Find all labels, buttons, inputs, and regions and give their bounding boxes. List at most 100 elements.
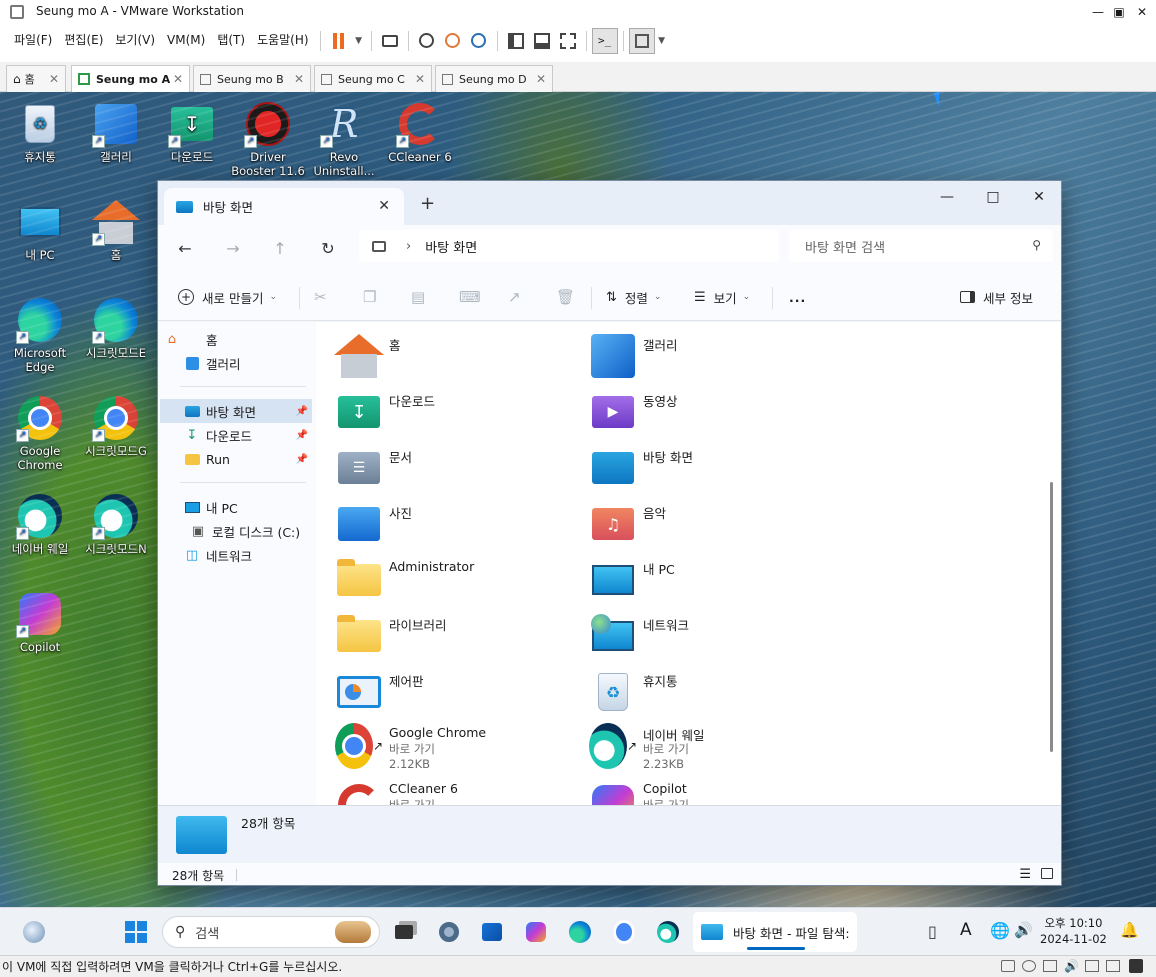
notification-bell-icon[interactable]: 🔔 (1120, 921, 1139, 939)
stretch-dropdown-icon[interactable]: ▼ (655, 28, 669, 54)
pin-icon[interactable]: 📌 (296, 454, 308, 465)
menu-edit[interactable]: 편집(E) (58, 24, 109, 57)
desktop-icon-driver-booster[interactable]: ↗ Driver Booster 11.6 (230, 100, 306, 178)
details-pane-button[interactable]: 세부 정보 (960, 283, 1033, 311)
list-item[interactable]: ↧ 다운로드 (316, 388, 566, 440)
desktop-icon-chrome[interactable]: ↗ Google Chrome (2, 394, 78, 472)
list-item[interactable]: Copilot 바로 가기 (570, 778, 820, 805)
fullscreen-icon[interactable] (555, 28, 581, 54)
list-item[interactable]: 홈 (316, 332, 566, 384)
tab-seung-mo-c[interactable]: Seung mo C ✕ (314, 65, 432, 92)
edge-icon[interactable] (566, 918, 594, 946)
nav-item-this-pc[interactable]: 내 PC (160, 495, 312, 519)
message-log-icon[interactable] (1129, 959, 1143, 973)
details-view-icon[interactable]: ☰ (1019, 867, 1031, 882)
store-icon[interactable] (478, 918, 506, 946)
suspend-button[interactable] (326, 28, 352, 54)
send-ctrl-alt-del-icon[interactable] (377, 28, 403, 54)
list-item[interactable]: Administrator (316, 556, 566, 608)
desktop-icon-home[interactable]: ↗ 홈 (78, 198, 154, 262)
network-adapter-icon[interactable] (1043, 960, 1057, 972)
copy-icon[interactable]: ❐ (363, 283, 376, 311)
cd-dvd-icon[interactable] (1022, 960, 1036, 972)
desktop-icon-whale[interactable]: ↗ 네이버 웨일 (2, 492, 78, 556)
list-item[interactable]: 네트워크 (570, 612, 820, 664)
close-icon[interactable]: ✕ (415, 72, 425, 86)
cut-icon[interactable]: ✂ (314, 283, 327, 311)
nav-item-local-disk[interactable]: ▣ 로컬 디스크 (C:) (160, 519, 312, 543)
thumbnail-bar-icon[interactable] (529, 28, 555, 54)
desktop-icon-revo[interactable]: R ↗ Revo Uninstall... (306, 100, 382, 178)
forward-button[interactable]: → (220, 235, 246, 261)
list-item[interactable]: 바탕 화면 (570, 444, 820, 496)
desktop-icon-downloads[interactable]: ↧ ↗ 다운로드 (154, 100, 230, 164)
new-tab-button[interactable]: + (420, 193, 435, 214)
list-item[interactable]: 라이브러리 (316, 612, 566, 664)
desktop-icon-whale-private[interactable]: ↗ 시크릿모드N (78, 492, 154, 556)
close-icon[interactable]: ✕ (378, 198, 390, 214)
list-item[interactable]: 내 PC (570, 556, 820, 608)
input-language-indicator[interactable]: A (960, 920, 972, 940)
menu-view[interactable]: 보기(V) (109, 24, 161, 57)
desktop-icon-chrome-private[interactable]: ↗ 시크릿모드G (78, 394, 154, 458)
vertical-scrollbar[interactable] (1050, 482, 1053, 752)
nav-item-downloads[interactable]: ↧ 다운로드 📌 (160, 423, 312, 447)
snapshot-manager-icon[interactable] (466, 28, 492, 54)
share-icon[interactable]: ↗ (508, 283, 521, 311)
nav-item-run[interactable]: Run 📌 (160, 447, 312, 471)
view-button[interactable]: ☰ 보기 ⌄ (694, 283, 750, 311)
sort-button[interactable]: ⇅ 정렬 ⌄ (606, 283, 661, 311)
new-button[interactable]: + 새로 만들기 ⌄ (178, 283, 277, 311)
nav-item-network[interactable]: ◫ 네트워크 (160, 543, 312, 567)
close-icon[interactable]: ✕ (536, 72, 546, 86)
taskbar-file-explorer[interactable]: 바탕 화면 - 파일 탐색: (693, 912, 857, 952)
address-bar[interactable]: › 바탕 화면 (359, 230, 779, 262)
list-item[interactable]: ♫ 음악 (570, 500, 820, 552)
tiles-view-icon[interactable] (1041, 868, 1053, 879)
minimize-button[interactable]: — (924, 183, 970, 211)
network-icon[interactable]: 🌐 (990, 921, 1010, 940)
list-item[interactable]: ♻ 휴지통 (570, 668, 820, 720)
refresh-button[interactable]: ↻ (315, 235, 341, 261)
pin-icon[interactable]: 📌 (296, 406, 308, 417)
delete-icon[interactable]: 🗑 (556, 283, 575, 311)
breadcrumb-current[interactable]: 바탕 화면 (425, 237, 477, 256)
desktop-icon-edge[interactable]: ↗ Microsoft Edge (2, 296, 78, 374)
back-button[interactable]: ← (172, 235, 198, 261)
desktop-icon-this-pc[interactable]: 내 PC (2, 198, 78, 262)
paste-icon[interactable]: ▤ (411, 283, 425, 311)
desktop-icon-ccleaner[interactable]: ↗ CCleaner 6 (382, 100, 458, 164)
nav-item-desktop[interactable]: 바탕 화면 📌 (160, 399, 312, 423)
desktop-icon-gallery[interactable]: ↗ 갤러리 (78, 100, 154, 164)
list-item[interactable]: ↗ Google Chrome 바로 가기 2.12KB (316, 722, 566, 774)
tab-home[interactable]: ⌂ 홈 ✕ (6, 65, 66, 92)
nav-item-home[interactable]: ⌂ 홈 (160, 327, 312, 351)
copilot-icon[interactable] (522, 918, 550, 946)
revert-snapshot-icon[interactable] (440, 28, 466, 54)
menu-vm[interactable]: VM(M) (161, 24, 211, 57)
maximize-button[interactable]: □ (970, 183, 1016, 211)
usb-icon[interactable] (1106, 960, 1120, 972)
taskbar-search[interactable]: ⚲ 검색 (162, 916, 380, 948)
settings-gear-icon[interactable] (435, 918, 463, 946)
stretch-guest-icon[interactable] (628, 27, 655, 54)
close-button[interactable]: ✕ (1016, 183, 1061, 211)
list-item[interactable]: CCleaner 6 바로 가기 (316, 778, 566, 805)
sound-card-icon[interactable]: 🔊 (1064, 959, 1079, 973)
battery-usb-icon[interactable]: ▯ (928, 922, 937, 941)
search-input[interactable]: 바탕 화면 검색 ⚲ (789, 230, 1053, 262)
library-view-icon[interactable] (503, 28, 529, 54)
list-item[interactable]: ↗ 네이버 웨일 바로 가기 2.23KB (570, 722, 820, 774)
list-item[interactable]: 갤러리 (570, 332, 820, 384)
close-icon[interactable]: ✕ (49, 72, 59, 86)
widgets-icon[interactable] (20, 918, 48, 946)
up-button[interactable]: ↑ (267, 235, 293, 261)
pin-icon[interactable]: 📌 (296, 430, 308, 441)
close-button[interactable]: ✕ (1129, 0, 1155, 24)
list-item[interactable]: ▶ 동영상 (570, 388, 820, 440)
tab-seung-mo-a[interactable]: Seung mo A ✕ (71, 65, 190, 92)
start-button[interactable] (122, 918, 150, 946)
whale-icon[interactable] (654, 918, 682, 946)
console-view-icon[interactable]: >_ (591, 27, 618, 54)
desktop-icon-recycle-bin[interactable]: ♻ 휴지통 (2, 100, 78, 164)
